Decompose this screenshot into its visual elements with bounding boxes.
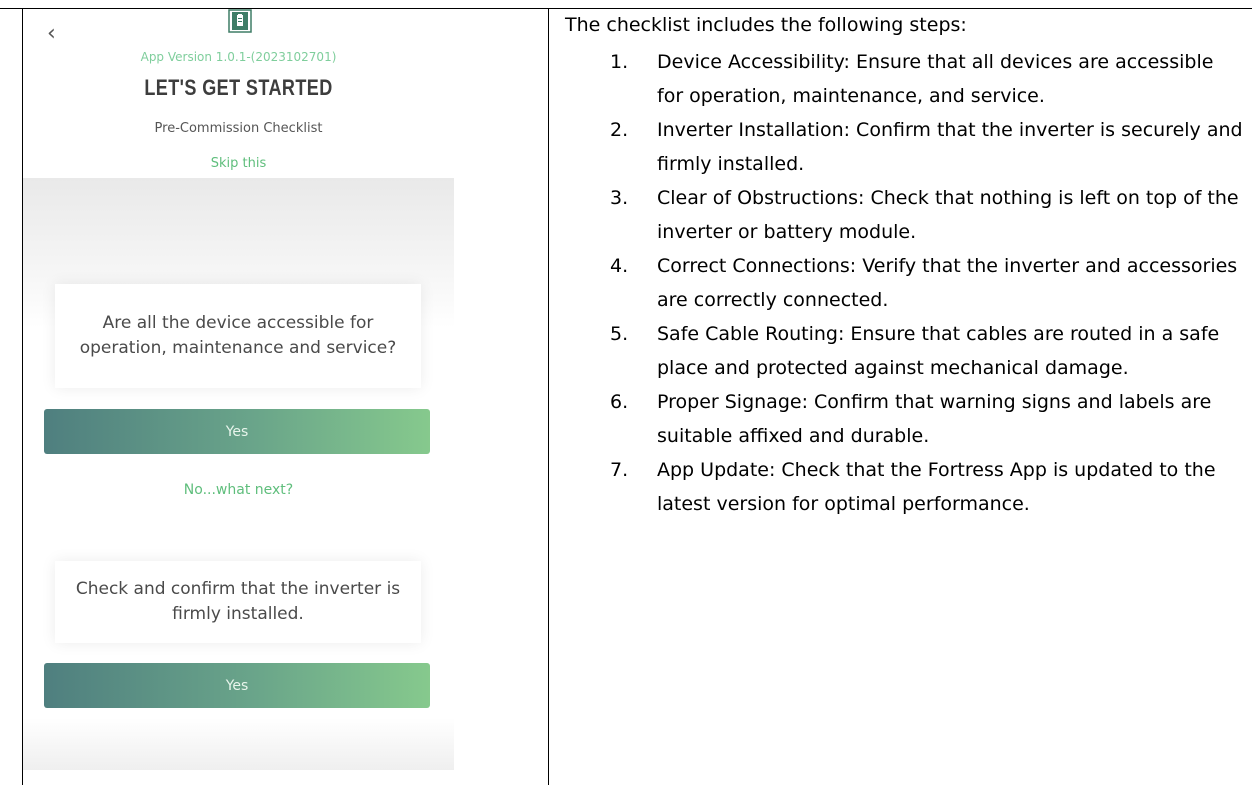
steps-list: 1. Device Accessibility: Ensure that all… (565, 45, 1245, 521)
list-item: 1. Device Accessibility: Ensure that all… (565, 45, 1245, 113)
step-number: 7. (610, 459, 629, 481)
step-text: Safe Cable Routing: Ensure that cables a… (657, 323, 1220, 379)
step-number: 1. (610, 51, 629, 73)
app-version-label: App Version 1.0.1-(2023102701) (140, 50, 337, 64)
page-title: LET'S GET STARTED (144, 75, 333, 100)
question-card: Check and confirm that the inverter is f… (55, 561, 421, 643)
step-text: Correct Connections: Verify that the inv… (657, 255, 1238, 311)
step-number: 5. (610, 323, 629, 345)
step-number: 4. (610, 255, 629, 277)
list-item: 7. App Update: Check that the Fortress A… (565, 453, 1245, 521)
app-logo-icon (228, 9, 252, 33)
step-text: Inverter Installation: Confirm that the … (657, 119, 1243, 175)
list-item: 4. Correct Connections: Verify that the … (565, 249, 1245, 317)
yes-button[interactable]: Yes (44, 409, 430, 454)
page-subtitle: Pre-Commission Checklist (154, 121, 323, 136)
list-item: 2. Inverter Installation: Confirm that t… (565, 113, 1245, 181)
step-number: 3. (610, 187, 629, 209)
question-text: Are all the device accessible for operat… (79, 313, 397, 358)
step-text: Clear of Obstructions: Check that nothin… (657, 187, 1239, 243)
list-item: 5. Safe Cable Routing: Ensure that cable… (565, 317, 1245, 385)
question-text: Check and confirm that the inverter is f… (75, 579, 401, 624)
step-text: Proper Signage: Confirm that warning sig… (657, 391, 1212, 447)
table-column-divider (548, 8, 549, 785)
yes-button[interactable]: Yes (44, 663, 430, 708)
list-item: 3. Clear of Obstructions: Check that not… (565, 181, 1245, 249)
step-number: 2. (610, 119, 629, 141)
intro-text: The checklist includes the following ste… (565, 14, 967, 36)
app-screenshot: ‹ App Version 1.0.1-(2023102701) LET'S G… (23, 9, 454, 770)
skip-link[interactable]: Skip this (23, 156, 454, 171)
checklist-description: The checklist includes the following ste… (565, 12, 1245, 521)
step-text: App Update: Check that the Fortress App … (657, 459, 1216, 515)
list-item: 6. Proper Signage: Confirm that warning … (565, 385, 1245, 453)
chevron-left-icon[interactable]: ‹ (47, 23, 56, 45)
step-number: 6. (610, 391, 629, 413)
no-what-next-link[interactable]: No...what next? (23, 482, 454, 498)
question-card: Are all the device accessible for operat… (55, 284, 421, 388)
step-text: Device Accessibility: Ensure that all de… (657, 51, 1214, 107)
